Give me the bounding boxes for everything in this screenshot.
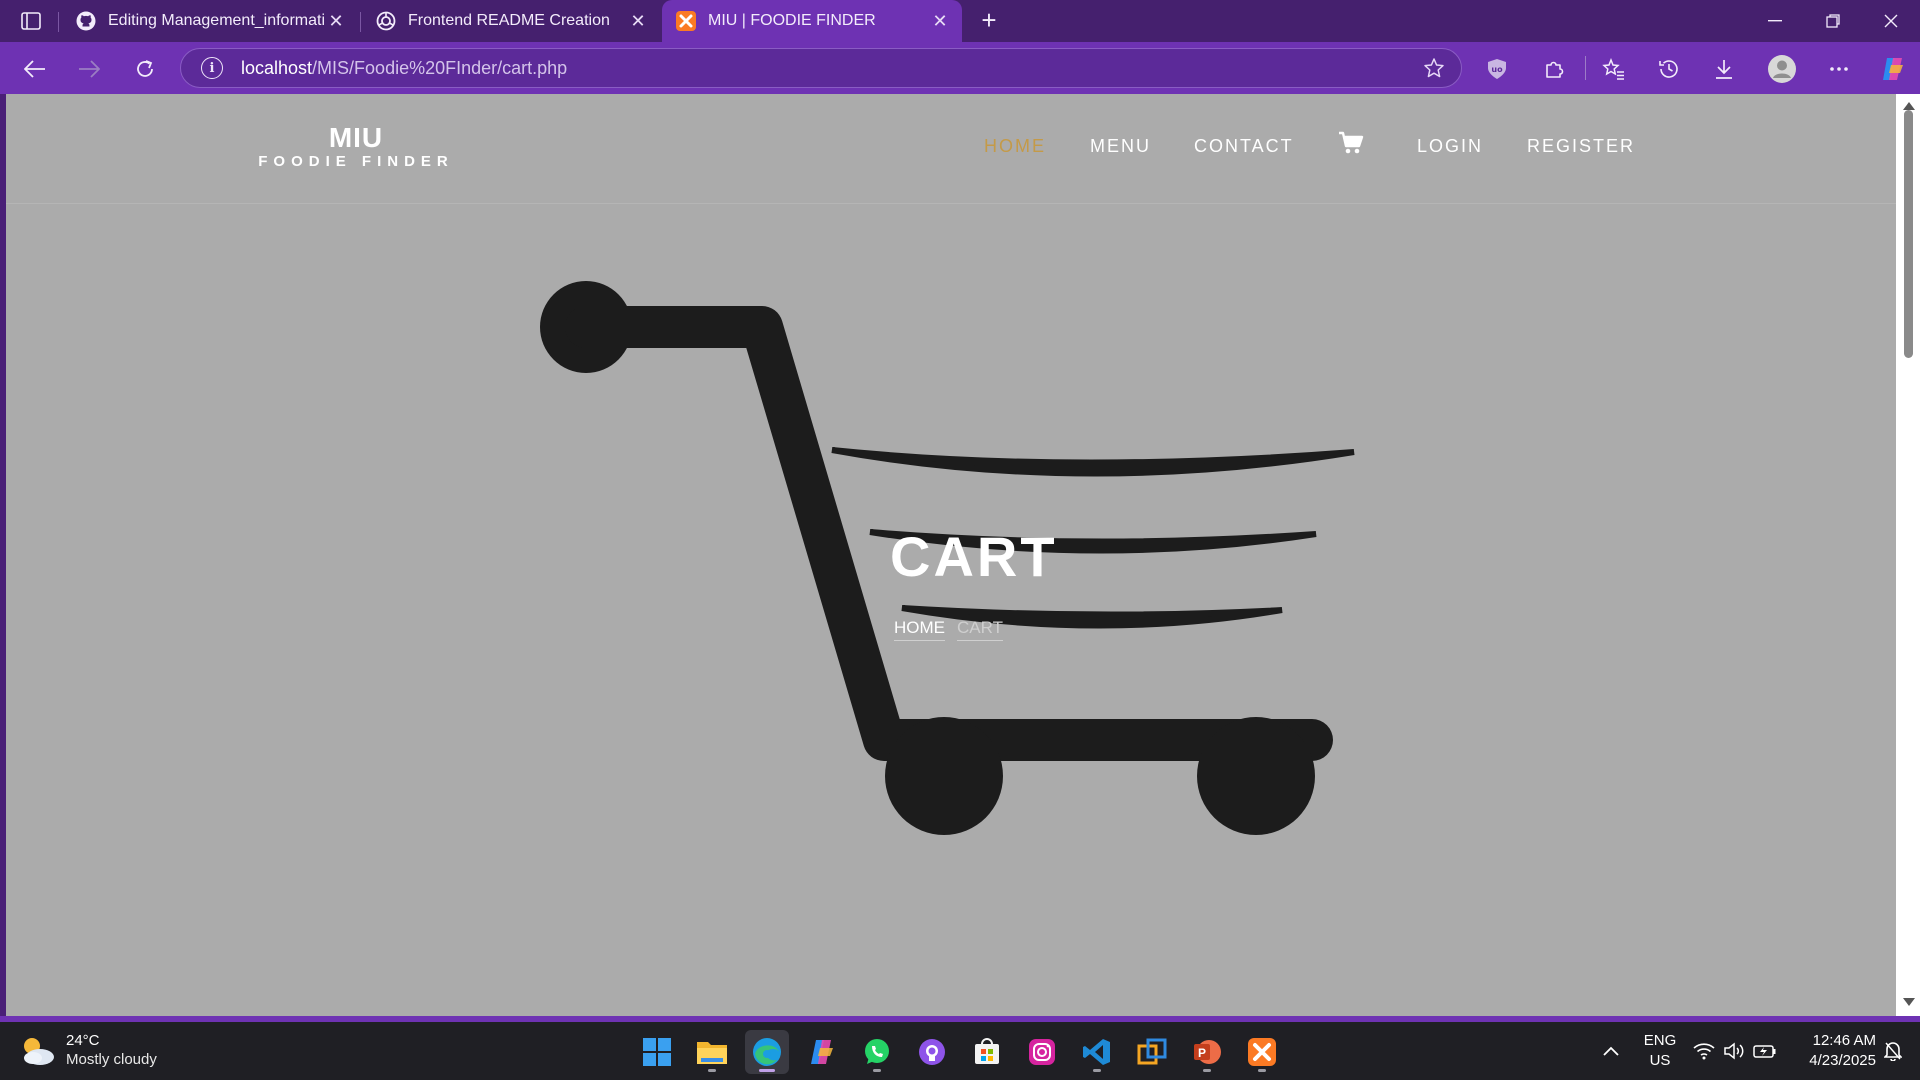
clock-time: 12:46 AM — [1812, 1032, 1876, 1049]
notification-bell-icon[interactable] — [1878, 1022, 1908, 1080]
download-icon[interactable] — [1707, 52, 1741, 86]
tab-title: Editing Management_information — [108, 12, 324, 29]
partly-cloudy-icon — [18, 1033, 58, 1069]
running-indicator — [708, 1069, 716, 1072]
running-indicator — [1258, 1069, 1266, 1072]
extensions-icon[interactable] — [1537, 52, 1571, 86]
site-info-icon[interactable]: i — [201, 57, 223, 79]
breadcrumb-current: CART — [957, 618, 1003, 641]
volume-icon[interactable] — [1720, 1022, 1748, 1080]
windows-taskbar: 24°C Mostly cloudy P ENG US 12:46 AM 4/2… — [0, 1022, 1920, 1080]
edge-icon[interactable] — [745, 1030, 789, 1074]
breadcrumb-home[interactable]: HOME — [894, 618, 945, 641]
running-indicator — [1203, 1069, 1211, 1072]
weather-widget[interactable]: 24°C Mostly cloudy — [18, 1032, 157, 1070]
running-indicator — [873, 1069, 881, 1072]
clock-date: 4/23/2025 — [1809, 1052, 1876, 1069]
window-close-icon[interactable] — [1862, 0, 1920, 42]
wifi-icon[interactable] — [1690, 1022, 1718, 1080]
nav-register[interactable]: REGISTER — [1527, 136, 1635, 157]
site-logo[interactable]: MIU FOODIE FINDER — [256, 124, 456, 172]
history-icon[interactable] — [1652, 52, 1686, 86]
logo-title: MIU — [328, 122, 384, 153]
scroll-down-arrow-icon[interactable] — [1903, 998, 1915, 1006]
favorite-star-icon[interactable] — [1423, 57, 1445, 84]
remote-desktop-icon[interactable] — [1130, 1030, 1174, 1074]
favorites-icon[interactable] — [1597, 52, 1631, 86]
openai-icon — [376, 11, 396, 31]
page-title: CART — [890, 525, 1058, 588]
page-viewport: MIU FOODIE FINDER HOME MENU CONTACT LOGI… — [6, 94, 1896, 1016]
tab-separator — [360, 12, 361, 32]
svg-text:P: P — [1198, 1046, 1206, 1060]
close-icon[interactable]: ✕ — [324, 11, 348, 32]
github-icon — [76, 11, 96, 31]
nav-home[interactable]: HOME — [984, 136, 1046, 157]
restore-icon[interactable] — [1804, 0, 1862, 42]
breadcrumb: HOME CART — [894, 618, 1003, 641]
xampp-app-icon[interactable] — [1240, 1030, 1284, 1074]
address-bar[interactable]: i localhost/MIS/Foodie%20FInder/cart.php — [180, 48, 1462, 88]
browser-tab-strip: Editing Management_information ✕ Fronten… — [0, 0, 1920, 42]
microsoft-store-icon[interactable] — [965, 1030, 1009, 1074]
ublock-shield-icon[interactable]: uo — [1480, 52, 1514, 86]
nav-menu[interactable]: MENU — [1090, 136, 1151, 157]
logo-subtitle: FOODIE FINDER — [258, 153, 454, 170]
scroll-up-arrow-icon[interactable] — [1903, 102, 1915, 110]
instagram-icon[interactable] — [1020, 1030, 1064, 1074]
svg-text:uo: uo — [1491, 65, 1503, 74]
refresh-icon[interactable] — [128, 52, 162, 86]
language-indicator[interactable]: ENG US — [1640, 1031, 1680, 1071]
url-host: localhost — [241, 57, 313, 78]
copilot-icon[interactable] — [1876, 52, 1910, 86]
profile-avatar-icon[interactable] — [1765, 52, 1799, 86]
whatsapp-icon[interactable] — [855, 1030, 899, 1074]
running-indicator — [1093, 1069, 1101, 1072]
vscode-icon[interactable] — [1075, 1030, 1119, 1074]
tab-github[interactable]: Editing Management_information ✕ — [62, 0, 358, 42]
close-icon[interactable]: ✕ — [928, 11, 952, 32]
region-code: US — [1649, 1052, 1671, 1069]
xampp-icon — [676, 11, 696, 31]
tab-actions-icon[interactable] — [14, 8, 48, 34]
forward-arrow-icon[interactable] — [72, 52, 106, 86]
new-tab-button[interactable]: + — [974, 6, 1004, 36]
active-indicator — [759, 1069, 775, 1072]
powerpoint-icon[interactable]: P — [1185, 1030, 1229, 1074]
minimize-icon[interactable] — [1746, 0, 1804, 42]
nav-login[interactable]: LOGIN — [1417, 136, 1483, 157]
toolbar-separator — [1585, 56, 1586, 80]
tab-title: MIU | FOODIE FINDER — [708, 12, 876, 29]
show-hidden-icons-chevron-icon[interactable] — [1596, 1022, 1626, 1080]
tab-title: Frontend README Creation — [408, 12, 610, 29]
weather-temp: 24°C — [66, 1032, 100, 1049]
language-code: ENG — [1643, 1032, 1677, 1049]
cart-icon[interactable] — [1338, 130, 1368, 160]
url-text: localhost/MIS/Foodie%20FInder/cart.php — [241, 58, 567, 79]
system-clock[interactable]: 12:46 AM 4/23/2025 — [1790, 1031, 1876, 1071]
url-path: /MIS/Foodie%20FInder/cart.php — [312, 57, 568, 78]
tab-foodie-finder[interactable]: MIU | FOODIE FINDER ✕ — [662, 0, 962, 42]
close-icon[interactable]: ✕ — [626, 11, 650, 32]
more-options-icon[interactable] — [1822, 52, 1856, 86]
github-desktop-icon[interactable] — [910, 1030, 954, 1074]
battery-icon[interactable] — [1750, 1022, 1780, 1080]
weather-desc: Mostly cloudy — [66, 1051, 157, 1068]
file-explorer-icon[interactable] — [690, 1030, 734, 1074]
copilot-app-icon[interactable] — [800, 1030, 844, 1074]
page-scrollbar[interactable] — [1896, 94, 1920, 1016]
site-header: MIU FOODIE FINDER HOME MENU CONTACT LOGI… — [6, 94, 1896, 204]
tab-readme[interactable]: Frontend README Creation ✕ — [362, 0, 660, 42]
back-arrow-icon[interactable] — [18, 52, 52, 86]
windows-start-icon[interactable] — [635, 1030, 679, 1074]
nav-contact[interactable]: CONTACT — [1194, 136, 1294, 157]
tab-separator — [58, 12, 59, 32]
scrollbar-thumb[interactable] — [1904, 110, 1913, 358]
browser-toolbar: i localhost/MIS/Foodie%20FInder/cart.php… — [0, 42, 1920, 94]
